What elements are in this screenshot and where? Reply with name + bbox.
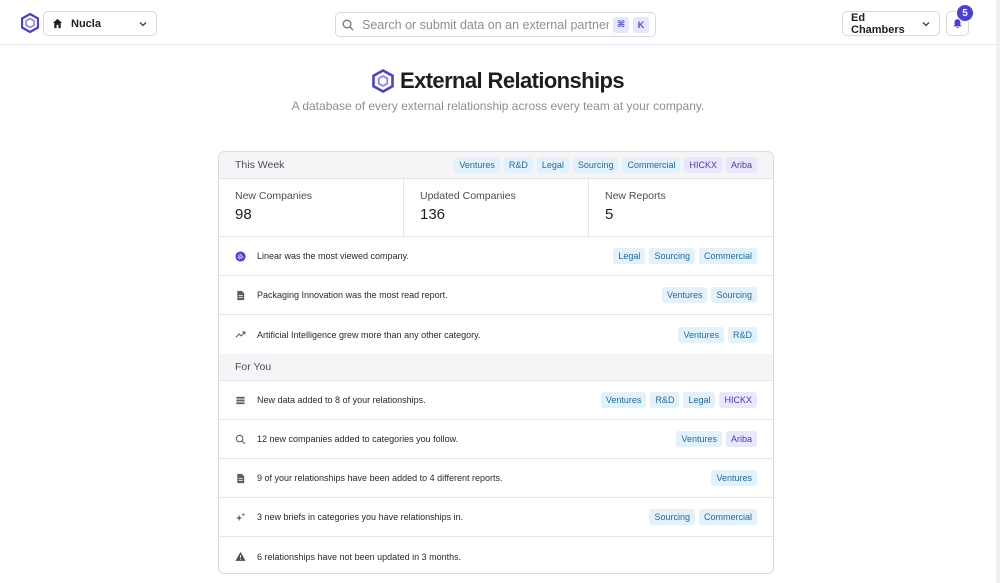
user-menu-button[interactable]: Ed Chambers xyxy=(842,11,940,36)
for-you-header: For You xyxy=(219,354,773,381)
list-item-tags: Ventures Sourcing xyxy=(661,287,757,303)
list-item-tags: Ventures R&D xyxy=(678,326,757,343)
list-item-tags: Ventures xyxy=(711,470,757,486)
search-icon xyxy=(342,19,354,30)
list-item[interactable]: 6 relationships have not been updated in… xyxy=(219,537,773,573)
list-item[interactable]: 9 of your relationships have been added … xyxy=(219,459,773,498)
list-item[interactable]: Packaging Innovation was the most read r… xyxy=(219,276,773,315)
search-icon xyxy=(235,434,246,444)
list-item[interactable]: Linear was the most viewed company. Legal… xyxy=(219,237,773,276)
this-week-header: This Week Ventures R&D Legal Sourcing Commer… xyxy=(219,152,773,179)
shortcut-key-cmd: ⌘ xyxy=(613,16,629,33)
list-item-tags: Sourcing Commercial xyxy=(649,509,757,525)
linear-logo-icon xyxy=(235,250,246,262)
tag-sourcing[interactable]: Sourcing xyxy=(711,287,757,303)
tag-ariba[interactable]: Ariba xyxy=(725,157,757,173)
tag-commercial[interactable]: Commercial xyxy=(698,248,757,264)
tag-ventures[interactable]: Ventures xyxy=(661,287,708,303)
list-item[interactable]: New data added to 8 of your relationship… xyxy=(219,381,773,420)
sparkles-icon xyxy=(235,512,246,521)
tag-randd[interactable]: R&D xyxy=(727,326,757,343)
list-item-text: New data added to 8 of your relationship… xyxy=(257,395,426,405)
page-header: External Relationships xyxy=(0,66,996,96)
stat-value: 98 xyxy=(235,206,252,223)
document-icon xyxy=(237,290,245,300)
nucla-logo-icon[interactable] xyxy=(21,13,39,33)
top-bar: Nucla ⌘ K Ed Chambers 5 xyxy=(0,0,996,45)
notification-count-badge[interactable]: 5 xyxy=(956,4,974,22)
tag-sourcing[interactable]: Sourcing xyxy=(649,509,695,525)
list-item-text: 3 new briefs in categories you have rela… xyxy=(257,512,464,522)
for-you-list: New data added to 8 of your relationship… xyxy=(219,381,773,573)
tag-hickx[interactable]: HICKX xyxy=(684,157,722,173)
list-item-text: Packaging Innovation was the most read r… xyxy=(257,290,448,300)
stat-label: New Reports xyxy=(605,190,666,202)
trending-up-icon xyxy=(235,331,246,338)
home-icon xyxy=(52,18,63,29)
tag-ventures[interactable]: Ventures xyxy=(600,392,647,408)
list-item-tags: Legal Sourcing Commercial xyxy=(613,248,757,264)
search-input[interactable] xyxy=(362,17,609,32)
document-icon xyxy=(237,473,245,483)
list-item-text: 12 new companies added to categories you… xyxy=(257,434,459,444)
list-item-text: Linear was the most viewed company. xyxy=(257,251,409,261)
for-you-label: For You xyxy=(235,361,272,373)
page-subtitle: A database of every external relationshi… xyxy=(291,99,705,113)
list-item-text: Artificial Intelligence grew more than a… xyxy=(257,329,481,340)
tag-legal[interactable]: Legal xyxy=(683,392,716,408)
tag-commercial[interactable]: Commercial xyxy=(698,509,757,525)
tag-sourcing[interactable]: Sourcing xyxy=(649,248,695,264)
this-week-filter-tags: Ventures R&D Legal Sourcing Commercial HICKX A… xyxy=(454,157,757,173)
tag-ventures[interactable]: Ventures xyxy=(711,470,757,486)
stat-new-reports[interactable]: New Reports 5 xyxy=(589,179,773,236)
list-item[interactable]: 3 new briefs in categories you have rela… xyxy=(219,498,773,537)
shortcut-key-k: K xyxy=(633,16,649,33)
tag-ventures[interactable]: Ventures xyxy=(678,326,724,343)
tag-randd[interactable]: R&D xyxy=(503,157,533,173)
tag-randd[interactable]: R&D xyxy=(650,392,680,408)
list-item-tags: Ventures R&D Legal HICKX xyxy=(600,392,757,408)
user-name: Ed Chambers xyxy=(851,11,905,36)
tag-sourcing[interactable]: Sourcing xyxy=(572,157,619,173)
this-week-label: This Week xyxy=(235,159,285,171)
stats-row: New Companies 98 Updated Companies 136 N… xyxy=(219,179,773,237)
stat-new-companies[interactable]: New Companies 98 xyxy=(219,179,404,236)
list-item[interactable]: Artificial Intelligence grew more than a… xyxy=(219,315,773,354)
warning-icon xyxy=(235,551,246,561)
nucla-logo-icon xyxy=(372,69,394,93)
page-title: External Relationships xyxy=(400,68,625,93)
tag-legal[interactable]: Legal xyxy=(536,157,569,173)
stat-value: 136 xyxy=(420,206,446,223)
chevron-down-icon xyxy=(922,21,930,26)
workspace-label: Nucla xyxy=(71,17,101,30)
tag-hickx[interactable]: HICKX xyxy=(719,392,757,408)
activity-card: This Week Ventures R&D Legal Sourcing Commer… xyxy=(218,151,774,574)
list-item-text: 9 of your relationships have been added … xyxy=(257,473,503,483)
scrollbar-track[interactable] xyxy=(996,0,1000,583)
tag-ventures[interactable]: Ventures xyxy=(454,157,500,173)
search-bar[interactable]: ⌘ K xyxy=(335,12,656,37)
stat-label: Updated Companies xyxy=(420,190,516,202)
list-item[interactable]: 12 new companies added to categories you… xyxy=(219,420,773,459)
chevron-down-icon xyxy=(139,21,147,26)
stat-label: New Companies xyxy=(235,190,313,202)
list-item-text: 6 relationships have not been updated in… xyxy=(257,551,462,562)
tag-legal[interactable]: Legal xyxy=(613,248,646,264)
list-item-tags: Ventures Ariba xyxy=(676,431,757,447)
tag-commercial[interactable]: Commercial xyxy=(622,157,681,173)
stat-value: 5 xyxy=(605,206,614,223)
tag-ariba[interactable]: Ariba xyxy=(725,431,757,447)
this-week-list: Linear was the most viewed company. Legal… xyxy=(219,237,773,354)
database-icon xyxy=(236,396,245,404)
tag-ventures[interactable]: Ventures xyxy=(676,431,722,447)
workspace-switcher[interactable]: Nucla xyxy=(43,11,157,36)
stat-updated-companies[interactable]: Updated Companies 136 xyxy=(404,179,589,236)
